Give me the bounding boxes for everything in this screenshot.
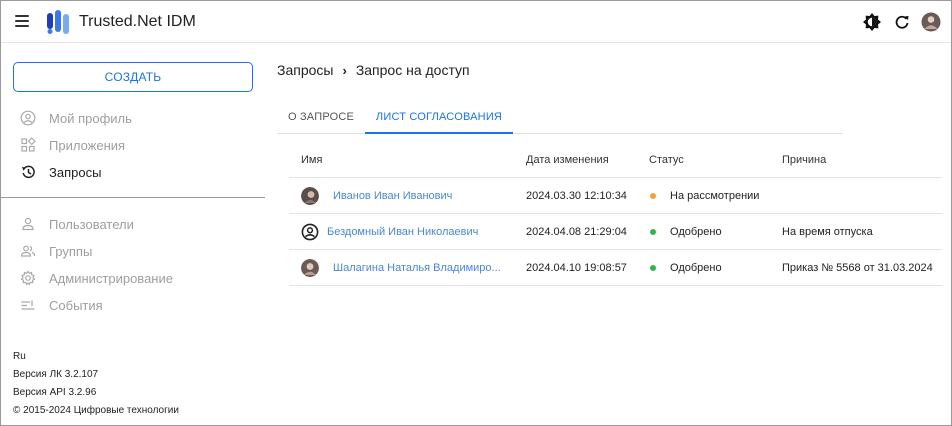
user-avatar[interactable]: [921, 12, 941, 32]
status-cell: Одобрено: [649, 250, 722, 286]
name-cell: Иванов Иван Иванович: [301, 178, 452, 214]
sidebar-item-requests[interactable]: Запросы: [13, 162, 101, 182]
sidebar-item-events[interactable]: События: [13, 295, 103, 315]
status-dot-approved: [650, 265, 656, 271]
table-header-row: Имя Дата изменения Статус Причина: [289, 142, 942, 178]
account-circle-icon: [19, 109, 37, 127]
person-icon: [19, 215, 37, 233]
column-header-date: Дата изменения: [526, 154, 609, 166]
sidebar-item-label: Мой профиль: [49, 110, 132, 126]
status-cell: Одобрено: [649, 214, 722, 250]
breadcrumb-current: Запрос на доступ: [355, 62, 470, 78]
user-photo-avatar: [301, 259, 319, 277]
status-dot-pending: [650, 193, 656, 199]
create-button[interactable]: СОЗДАТЬ: [13, 62, 253, 92]
sidebar-item-label: Администрирование: [49, 270, 173, 286]
sidebar-item-label: События: [49, 297, 103, 313]
column-header-reason: Причина: [782, 154, 827, 166]
status-text: Одобрено: [670, 262, 722, 274]
sidebar-item-label: Группы: [49, 243, 93, 259]
table-row: Шалагина Наталья Владимиро... 2024.04.10…: [289, 250, 942, 286]
status-text: На рассмотрении: [670, 190, 760, 202]
events-list-icon: [19, 296, 37, 314]
sidebar-item-apps[interactable]: Приложения: [13, 135, 125, 155]
request-tabs: О ЗАПРОСЕ ЛИСТ СОГЛАСОВАНИЯ: [277, 101, 843, 134]
sidebar-item-users[interactable]: Пользователи: [13, 214, 134, 234]
user-photo-avatar: [301, 187, 319, 205]
breadcrumb-parent-link[interactable]: Запросы: [277, 62, 333, 78]
name-cell: Бездомный Иван Николаевич: [301, 214, 478, 250]
apps-grid-icon: [19, 136, 37, 154]
language-switcher[interactable]: Ru: [13, 351, 26, 362]
breadcrumb: Запросы › Запрос на доступ: [277, 62, 470, 78]
tab-request-info[interactable]: О ЗАПРОСЕ: [277, 101, 365, 133]
top-app-bar: Trusted.Net IDM: [1, 1, 951, 43]
sidebar-item-label: Пользователи: [49, 216, 134, 232]
refresh-icon[interactable]: [892, 12, 912, 32]
lk-version-text: Версия ЛК 3.2.107: [13, 369, 99, 380]
user-link[interactable]: Бездомный Иван Николаевич: [327, 226, 478, 238]
sidebar-item-label: Запросы: [49, 164, 102, 180]
approval-table: Имя Дата изменения Статус Причина Иванов…: [289, 142, 942, 286]
tab-approval-sheet[interactable]: ЛИСТ СОГЛАСОВАНИЯ: [365, 101, 513, 134]
column-header-status: Статус: [649, 154, 684, 166]
gear-icon: [19, 269, 37, 287]
date-cell: 2024.03.30 12:10:34: [526, 190, 627, 202]
sidebar-divider: [1, 197, 265, 198]
history-icon: [19, 163, 37, 181]
sidebar-item-profile[interactable]: Мой профиль: [13, 108, 132, 128]
app-logo-icon: [47, 10, 69, 34]
status-text: Одобрено: [670, 226, 722, 238]
brightness-icon[interactable]: [862, 12, 882, 32]
table-row: Иванов Иван Иванович 2024.03.30 12:10:34…: [289, 178, 942, 214]
reason-cell: На время отпуска: [782, 226, 873, 238]
reason-cell: Приказ № 5568 от 31.03.2024: [782, 262, 933, 274]
date-cell: 2024.04.08 21:29:04: [526, 226, 627, 238]
status-cell: На рассмотрении: [649, 178, 759, 214]
user-link[interactable]: Иванов Иван Иванович: [333, 190, 452, 202]
hamburger-menu-icon[interactable]: [15, 15, 29, 27]
column-header-name: Имя: [301, 154, 323, 166]
sidebar-item-label: Приложения: [49, 137, 126, 153]
app-window: Trusted.Net IDM СОЗДАТЬ Мой профиль Прил…: [0, 0, 952, 426]
api-version-text: Версия API 3.2.96: [13, 387, 97, 398]
date-cell: 2024.04.10 19:08:57: [526, 262, 627, 274]
table-row: Бездомный Иван Николаевич 2024.04.08 21:…: [289, 214, 942, 250]
sidebar-item-administration[interactable]: Администрирование: [13, 268, 173, 288]
app-title: Trusted.Net IDM: [79, 13, 196, 30]
status-dot-approved: [650, 229, 656, 235]
copyright-text: © 2015-2024 Цифровые технологии: [13, 405, 179, 416]
user-link[interactable]: Шалагина Наталья Владимиро...: [333, 262, 501, 274]
breadcrumb-separator-icon: ›: [342, 62, 347, 78]
group-icon: [19, 242, 37, 260]
default-account-icon: [301, 223, 319, 241]
name-cell: Шалагина Наталья Владимиро...: [301, 250, 501, 286]
sidebar-item-groups[interactable]: Группы: [13, 241, 92, 261]
